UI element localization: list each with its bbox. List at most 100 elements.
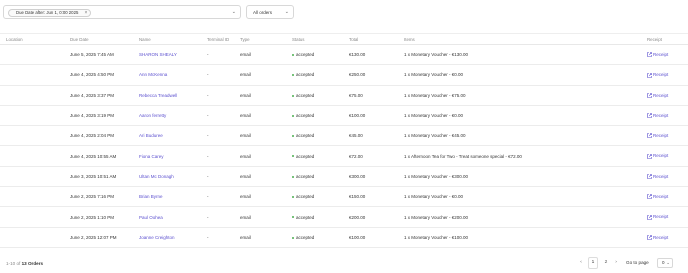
due-date-cell: June 2, 2025 1:10 PM bbox=[70, 206, 139, 228]
column-header-status[interactable]: Status bbox=[292, 33, 349, 45]
receipt-link[interactable]: Receipt bbox=[647, 174, 668, 179]
close-icon[interactable]: × bbox=[84, 10, 87, 17]
items-cell: 1 x Monetary Voucher - €0.00 bbox=[404, 64, 647, 86]
receipt-link[interactable]: Receipt bbox=[647, 153, 669, 159]
customer-name-link[interactable]: Ultan Mc Donagh bbox=[139, 174, 174, 179]
receipt-link[interactable]: Receipt bbox=[647, 235, 668, 240]
page-button-2[interactable]: 2 bbox=[602, 257, 610, 269]
go-to-page-label: Go to page bbox=[626, 260, 649, 265]
column-header-receipt[interactable]: Receipt bbox=[647, 33, 688, 45]
status-cell: accepted bbox=[292, 105, 349, 127]
status-dot-icon bbox=[292, 114, 294, 117]
receipt-link[interactable]: Receipt bbox=[647, 133, 668, 139]
status-text: accepted bbox=[296, 92, 315, 98]
type-cell: email bbox=[240, 206, 292, 228]
total-cell: €200.00 bbox=[349, 206, 404, 228]
items-cell: 1 x Monetary Voucher - €0.00 bbox=[404, 105, 647, 127]
column-header-items[interactable]: Items bbox=[404, 33, 647, 45]
due-date-cell: June 4, 2025 3:19 PM bbox=[70, 105, 139, 127]
items-cell: 1 x Monetary Voucher - €200.00 bbox=[404, 206, 647, 228]
name-cell: Fiona Carey bbox=[139, 145, 207, 167]
total-cell: €100.00 bbox=[349, 227, 404, 248]
column-header-type[interactable]: Type bbox=[240, 33, 292, 45]
table-row: June 4, 2025 3:37 PM Rebecca Treadwell - em… bbox=[0, 85, 688, 106]
total-orders-count: 13 Orders bbox=[21, 261, 44, 266]
column-header-due-date[interactable]: Due Date bbox=[70, 33, 139, 45]
orders-select-value: All orders bbox=[253, 10, 273, 15]
table-row: June 5, 2025 7:45 AM SHARON SHEALY - email a… bbox=[0, 44, 688, 66]
location-cell bbox=[0, 105, 70, 127]
column-header-total[interactable]: Total bbox=[349, 33, 404, 45]
orders-select[interactable]: All orders ⌄ bbox=[246, 5, 294, 19]
chevron-right-icon[interactable]: › bbox=[612, 257, 620, 269]
status-cell: accepted bbox=[292, 206, 349, 228]
receipt-link[interactable]: Receipt bbox=[647, 51, 669, 58]
table-row: June 4, 2025 4:50 PM Ann McKenna - email acc… bbox=[0, 64, 688, 86]
items-cell: 1 x Monetary Voucher - €300.00 bbox=[404, 166, 647, 188]
receipt-link[interactable]: Receipt bbox=[647, 93, 668, 98]
status-text: accepted bbox=[296, 173, 315, 179]
column-header-location[interactable]: Location bbox=[0, 33, 70, 45]
page-button-1[interactable]: 1 bbox=[588, 257, 598, 269]
customer-name-link[interactable]: Joanne Creighton bbox=[139, 235, 175, 240]
terminal-id-cell: - bbox=[207, 105, 240, 127]
terminal-id-cell: - bbox=[207, 44, 240, 66]
status-text: accepted bbox=[296, 234, 315, 240]
receipt-link[interactable]: Receipt bbox=[647, 113, 668, 118]
receipt-cell: Receipt bbox=[647, 125, 688, 147]
name-cell: Aaron ferretty bbox=[139, 105, 207, 127]
customer-name-link[interactable]: Fiona Carey bbox=[139, 154, 164, 159]
table-row: June 4, 2025 2:04 PM Ari Buduree - email acc… bbox=[0, 125, 688, 147]
due-date-filter-chip[interactable]: Due Date after: Jun 1, 0:00 2025 × bbox=[8, 8, 92, 17]
terminal-id-cell: - bbox=[207, 166, 240, 188]
type-cell: email bbox=[240, 44, 292, 66]
receipt-link[interactable]: Receipt bbox=[647, 214, 669, 220]
go-to-page-select[interactable]: 0 ⌄ bbox=[657, 258, 673, 268]
table-header-row: Location Due Date Name Terminal ID Type … bbox=[0, 33, 688, 45]
external-link-icon bbox=[647, 52, 652, 58]
receipt-link[interactable]: Receipt bbox=[647, 194, 668, 200]
name-cell: Paul Oohea bbox=[139, 206, 207, 228]
column-header-terminal-id[interactable]: Terminal ID bbox=[207, 33, 240, 45]
customer-name-link[interactable]: Ari Buduree bbox=[139, 133, 163, 138]
customer-name-link[interactable]: Rebecca Treadwell bbox=[139, 93, 177, 98]
status-text: accepted bbox=[296, 153, 315, 159]
receipt-link[interactable]: Receipt bbox=[647, 72, 669, 78]
status-cell: accepted bbox=[292, 186, 349, 208]
customer-name-link[interactable]: Aaron ferretty bbox=[139, 113, 166, 118]
receipt-label: Receipt bbox=[653, 234, 669, 240]
receipt-label: Receipt bbox=[653, 92, 669, 98]
items-cell: 1 x Afternoon Tea for Two - Treat someon… bbox=[404, 145, 647, 167]
due-date-cell: June 2, 2025 12:07 PM bbox=[70, 227, 139, 248]
receipt-label: Receipt bbox=[653, 72, 669, 78]
external-link-icon bbox=[647, 214, 652, 220]
customer-name-link[interactable]: Paul Oohea bbox=[139, 215, 163, 220]
status-dot-icon bbox=[292, 175, 294, 178]
chevron-left-icon[interactable]: ‹ bbox=[577, 257, 585, 269]
filter-bar[interactable]: Due Date after: Jun 1, 0:00 2025 × ⌄ bbox=[3, 5, 241, 19]
location-cell bbox=[0, 85, 70, 106]
due-date-cell: June 3, 2025 10:51 AM bbox=[70, 166, 139, 188]
receipt-label: Receipt bbox=[653, 153, 669, 159]
receipt-cell: Receipt bbox=[647, 44, 688, 66]
due-date-cell: June 5, 2025 7:45 AM bbox=[70, 44, 139, 66]
customer-name-link[interactable]: Brian Byrne bbox=[139, 194, 163, 199]
chevron-down-icon: ⌄ bbox=[666, 260, 670, 265]
chevron-down-icon[interactable]: ⌄ bbox=[232, 9, 236, 15]
customer-name-link[interactable]: Ann McKenna bbox=[139, 72, 167, 77]
receipt-label: Receipt bbox=[653, 51, 669, 57]
location-cell bbox=[0, 166, 70, 188]
customer-name-link[interactable]: SHARON SHEALY bbox=[139, 52, 177, 57]
receipt-cell: Receipt bbox=[647, 186, 688, 208]
status-dot-icon bbox=[292, 236, 294, 239]
column-header-name[interactable]: Name bbox=[139, 33, 207, 45]
receipt-cell: Receipt bbox=[647, 206, 688, 228]
total-cell: €250.00 bbox=[349, 64, 404, 86]
external-link-icon bbox=[647, 72, 652, 78]
total-cell: €300.00 bbox=[349, 166, 404, 188]
receipt-label: Receipt bbox=[653, 214, 669, 220]
location-cell bbox=[0, 206, 70, 228]
type-cell: email bbox=[240, 64, 292, 86]
type-cell: email bbox=[240, 85, 292, 106]
orders-table: Location Due Date Name Terminal ID Type … bbox=[0, 33, 688, 248]
